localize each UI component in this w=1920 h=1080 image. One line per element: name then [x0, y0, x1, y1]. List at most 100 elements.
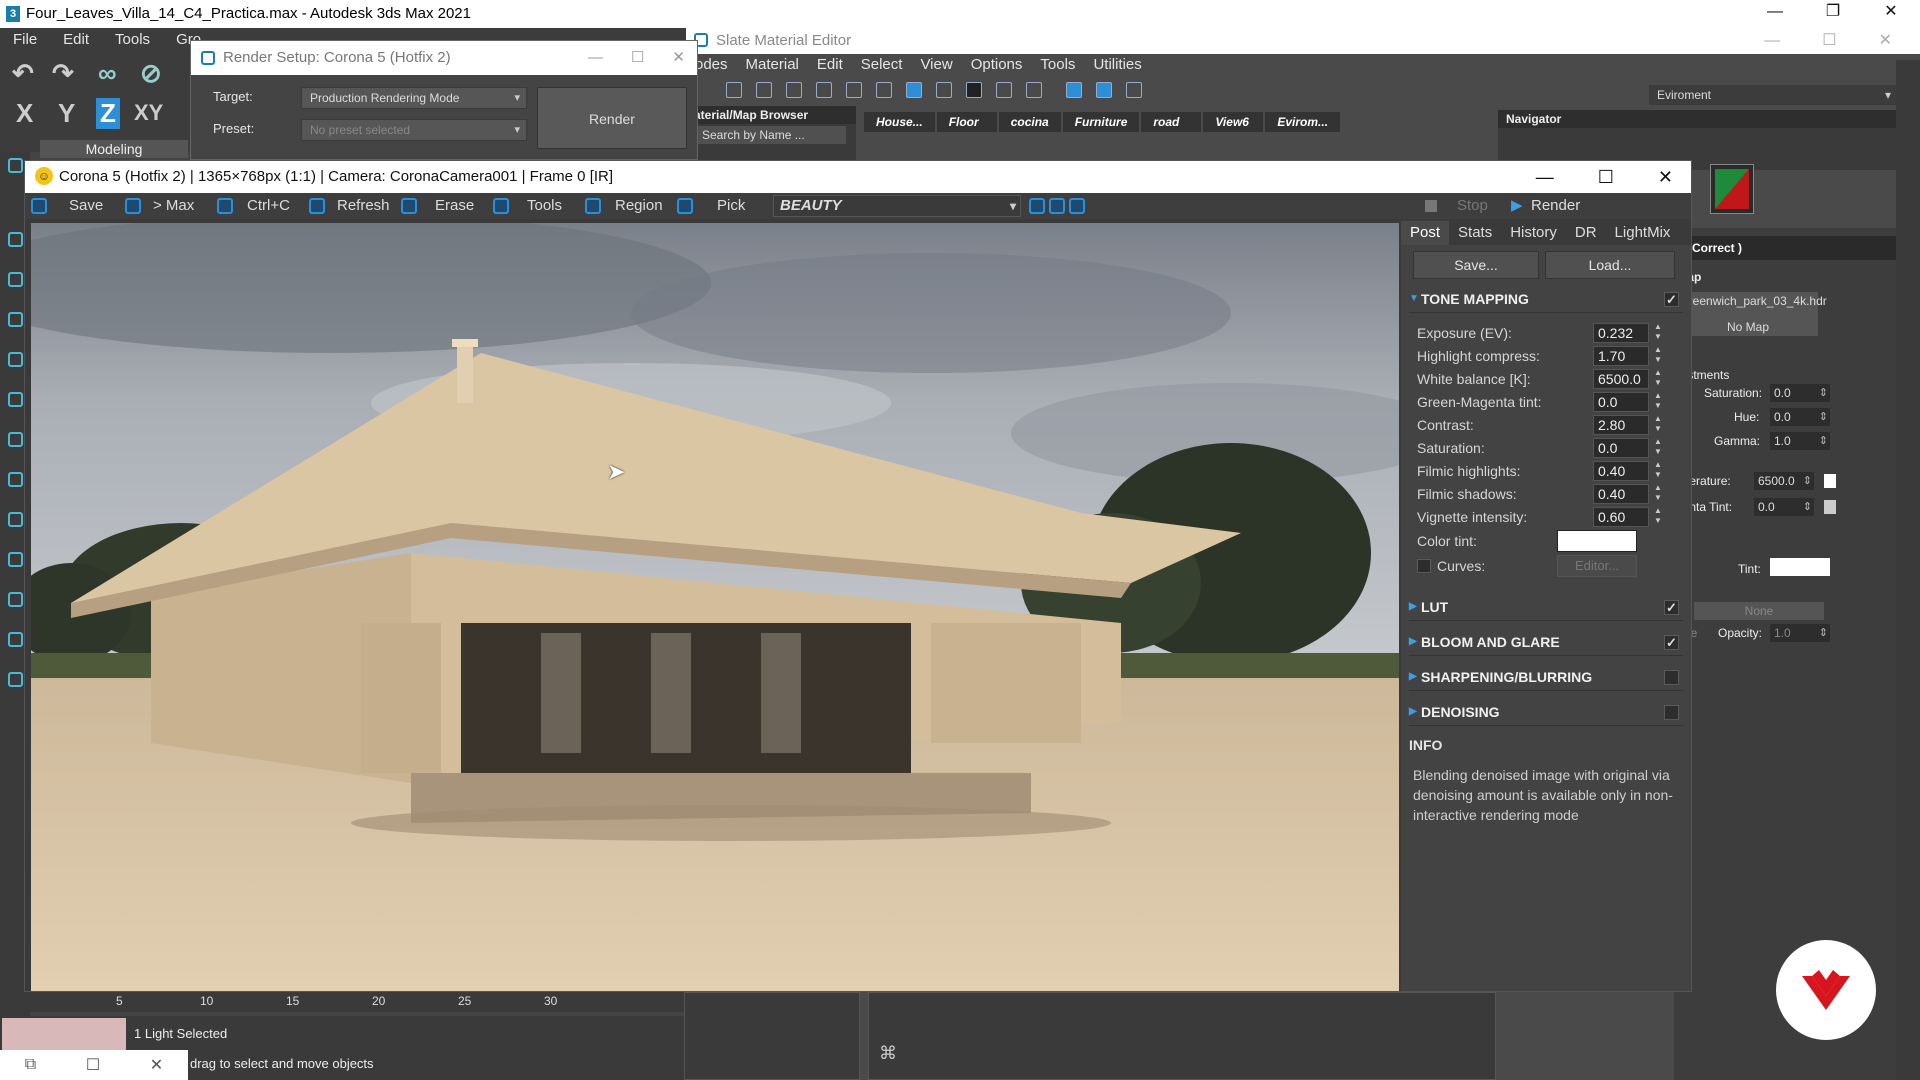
view-selector-dropdown[interactable]: Eviroment: [1649, 85, 1899, 105]
spinner-arrows-icon[interactable]: ▲ ▼: [1654, 483, 1662, 503]
vfb-region-button[interactable]: Region: [615, 193, 663, 219]
gamma-spinner[interactable]: 1.0: [1770, 432, 1830, 450]
hierarchy-icon[interactable]: [8, 272, 23, 287]
vfb-maximize-button[interactable]: ☐: [1598, 161, 1614, 193]
restore-icon[interactable]: ☐: [86, 1055, 100, 1075]
minimized-app-icon[interactable]: ⧉: [25, 1056, 36, 1074]
tint-swatch[interactable]: [1824, 500, 1836, 514]
bloom-glare-section[interactable]: ▶ BLOOM AND GLARE ✓: [1409, 628, 1683, 656]
utilities-icon[interactable]: [8, 392, 23, 407]
time-slider[interactable]: 5 10 15 20 25 30: [24, 992, 684, 1012]
sme-menu-edit[interactable]: Edit: [808, 54, 852, 76]
sme-menu-options[interactable]: Options: [962, 54, 1032, 76]
post-save-button[interactable]: Save...: [1413, 251, 1539, 279]
unlink-icon[interactable]: ⊘: [140, 58, 162, 89]
modify-icon[interactable]: [8, 232, 23, 247]
no-map-button[interactable]: No Map: [1678, 318, 1818, 336]
vfb-close-button[interactable]: ✕: [1658, 161, 1673, 193]
tab-lightmix[interactable]: LightMix: [1606, 221, 1680, 245]
zoom-out-icon[interactable]: [1049, 198, 1065, 214]
layout-all-icon[interactable]: [996, 82, 1012, 98]
filmic-highlights-spinner[interactable]: 0.40: [1593, 461, 1649, 481]
tint-spinner[interactable]: 0.0: [1754, 498, 1814, 516]
camera-icon[interactable]: [8, 592, 23, 607]
layer-icon[interactable]: [8, 472, 23, 487]
vfb-save-button[interactable]: Save: [69, 193, 103, 219]
browser-search-input[interactable]: Search by Name ...: [696, 126, 846, 144]
spinner-arrows-icon[interactable]: ▲ ▼: [1654, 506, 1662, 526]
vfb-minimize-button[interactable]: —: [1536, 161, 1554, 193]
spinner-arrows-icon[interactable]: ▲ ▼: [1654, 345, 1662, 365]
vfb-refresh-button[interactable]: Refresh: [337, 193, 390, 219]
sme-menu-tools[interactable]: Tools: [1031, 54, 1084, 76]
rs-close-button[interactable]: ✕: [672, 41, 685, 75]
lut-section[interactable]: ▶ LUT ✓: [1409, 593, 1683, 621]
material-browser-icon[interactable]: [1066, 82, 1082, 98]
material-id-icon[interactable]: [966, 82, 982, 98]
tint-color-swatch[interactable]: [1770, 558, 1830, 576]
tab-eviroment[interactable]: Evirom...: [1265, 112, 1341, 132]
vfb-copy-button[interactable]: Ctrl+C: [247, 193, 290, 219]
undo-icon[interactable]: ↶: [12, 58, 34, 89]
sme-maximize-button[interactable]: ☐: [1822, 28, 1836, 54]
bloom-glare-checkbox[interactable]: ✓: [1664, 635, 1679, 650]
vfb-render-button[interactable]: Render: [1531, 193, 1580, 219]
scene-explorer-icon[interactable]: [8, 432, 23, 447]
assign-material-icon[interactable]: [786, 82, 802, 98]
axis-z-button[interactable]: Z: [96, 98, 120, 129]
opacity-spinner[interactable]: 1.0: [1770, 624, 1830, 642]
sharpening-checkbox[interactable]: [1664, 670, 1679, 685]
sme-menu-select[interactable]: Select: [852, 54, 912, 76]
sat-spinner[interactable]: 0.0: [1770, 384, 1830, 402]
menu-file[interactable]: File: [0, 28, 50, 52]
spinner-arrows-icon[interactable]: ▲ ▼: [1654, 391, 1662, 411]
exposure-spinner[interactable]: 0.232: [1593, 323, 1649, 343]
menu-tools[interactable]: Tools: [102, 28, 163, 52]
curves-editor-button[interactable]: Editor...: [1557, 555, 1637, 577]
put-to-scene-icon[interactable]: [756, 82, 772, 98]
zoom-fit-icon[interactable]: [1069, 198, 1085, 214]
tab-house[interactable]: House...: [864, 112, 935, 132]
temperature-spinner[interactable]: 6500.0: [1754, 472, 1814, 490]
tab-furniture[interactable]: Furniture: [1062, 112, 1140, 132]
tab-road[interactable]: road: [1141, 112, 1202, 132]
workspace-tab-modeling[interactable]: Modeling: [40, 140, 188, 158]
contrast-spinner[interactable]: 2.80: [1593, 415, 1649, 435]
tab-post[interactable]: Post: [1401, 221, 1450, 245]
vfb-to-max-button[interactable]: > Max: [153, 193, 194, 219]
post-load-button[interactable]: Load...: [1545, 251, 1675, 279]
show-map-icon[interactable]: [906, 82, 922, 98]
tab-floor[interactable]: Floor: [936, 112, 997, 132]
vfb-stop-button[interactable]: Stop: [1457, 193, 1488, 219]
curves-checkbox[interactable]: [1417, 559, 1431, 573]
render-element-dropdown[interactable]: BEAUTY: [773, 195, 1021, 217]
highlight-compress-spinner[interactable]: 1.70: [1593, 346, 1649, 366]
tab-view6[interactable]: View6: [1203, 112, 1264, 132]
menu-edit[interactable]: Edit: [50, 28, 102, 52]
zoom-in-icon[interactable]: [1029, 198, 1045, 214]
material-swatch[interactable]: [1710, 164, 1754, 214]
tone-mapping-section[interactable]: ▼ TONE MAPPING ✓: [1409, 285, 1683, 313]
move-children-icon[interactable]: [846, 82, 862, 98]
tab-cocina[interactable]: cocina: [998, 112, 1061, 132]
layout-children-icon[interactable]: [1026, 82, 1042, 98]
saturation-spinner[interactable]: 0.0: [1593, 438, 1649, 458]
vfb-tools-button[interactable]: Tools: [527, 193, 562, 219]
minimize-button[interactable]: —: [1746, 0, 1804, 28]
render-image[interactable]: ➤: [31, 223, 1399, 991]
motion-icon[interactable]: [8, 312, 23, 327]
pick-material-icon[interactable]: [726, 82, 742, 98]
white-balance-spinner[interactable]: 6500.0: [1593, 369, 1649, 389]
maximize-button[interactable]: ❐: [1804, 0, 1862, 28]
tab-dr[interactable]: DR: [1566, 221, 1606, 245]
green-magenta-spinner[interactable]: 0.0: [1593, 392, 1649, 412]
create-icon[interactable]: [8, 158, 23, 173]
sme-menu-material[interactable]: Material: [737, 54, 808, 76]
select-icon[interactable]: [8, 512, 23, 527]
light-icon[interactable]: [8, 552, 23, 567]
hue-spinner[interactable]: 0.0: [1770, 408, 1830, 426]
axis-xy-button[interactable]: XY: [134, 100, 163, 126]
rs-render-button[interactable]: Render: [537, 87, 687, 149]
vignette-spinner[interactable]: 0.60: [1593, 507, 1649, 527]
lut-checkbox[interactable]: ✓: [1664, 600, 1679, 615]
